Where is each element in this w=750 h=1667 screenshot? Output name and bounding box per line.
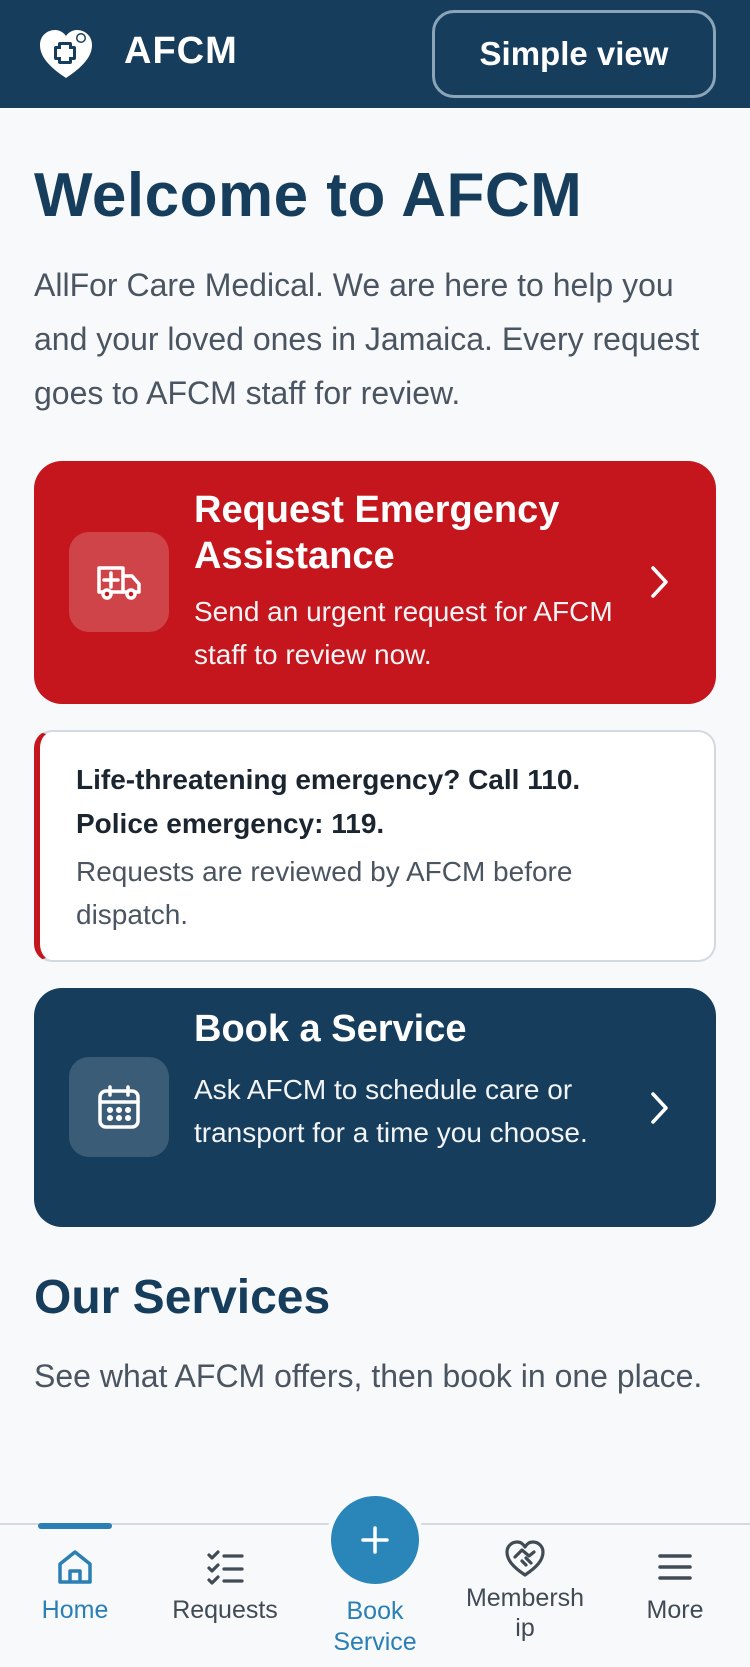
logo-heart-cross-icon — [40, 30, 92, 78]
ambulance-icon-box — [69, 532, 169, 632]
nav-requests-label: Requests — [172, 1596, 278, 1624]
book-card-title: Book a Service — [194, 1008, 467, 1050]
nav-book-service-label[interactable]: Book Service — [305, 1596, 445, 1658]
checklist-icon — [207, 1550, 244, 1585]
chevron-right-icon — [651, 1092, 668, 1124]
notice-emergency-numbers: Life-threatening emergency? Call 110. Po… — [76, 758, 686, 846]
simple-view-button[interactable]: Simple view — [432, 10, 716, 98]
nav-requests[interactable]: Requests — [150, 1525, 300, 1667]
heart-handshake-icon — [505, 1540, 545, 1577]
calendar-icon-box — [69, 1057, 169, 1157]
services-description: See what AFCM offers, then book in one p… — [34, 1358, 703, 1394]
notice-line-ambulance: Life-threatening emergency? Call 110. — [76, 764, 581, 795]
app-header: AFCM Simple view — [0, 0, 750, 108]
book-service-card[interactable]: Book a Service Ask AFCM to schedule care… — [34, 988, 716, 1227]
request-emergency-card[interactable]: Request Emergency Assistance Send an urg… — [34, 461, 716, 704]
nav-membership-label: Membersh ip — [465, 1584, 585, 1642]
notice-review-text: Requests are reviewed by AFCM before dis… — [76, 856, 573, 930]
intro-text: AllFor Care Medical. We are here to help… — [34, 267, 700, 411]
page-title: Welcome to AFCM — [34, 161, 583, 230]
nav-membership[interactable]: Membersh ip — [450, 1525, 600, 1667]
nav-active-indicator — [38, 1523, 112, 1529]
emergency-card-description: Send an urgent request for AFCM staff to… — [194, 596, 613, 670]
calendar-icon — [98, 1085, 140, 1129]
nav-home-label: Home — [41, 1596, 109, 1624]
book-service-fab[interactable] — [326, 1491, 424, 1589]
nav-home[interactable]: Home — [0, 1523, 150, 1667]
nav-more[interactable]: More — [600, 1525, 750, 1667]
notice-line-police: Police emergency: 119. — [76, 808, 385, 839]
chevron-right-icon — [651, 566, 668, 598]
plus-icon — [361, 1526, 389, 1554]
emergency-numbers-notice: Life-threatening emergency? Call 110. Po… — [34, 730, 716, 962]
home-icon — [58, 1550, 92, 1584]
ambulance-icon — [97, 566, 141, 600]
emergency-card-title: Request Emergency Assistance — [194, 489, 560, 577]
services-heading: Our Services — [34, 1271, 331, 1324]
brand-name: AFCM — [124, 30, 238, 72]
menu-icon — [658, 1554, 692, 1580]
book-card-description: Ask AFCM to schedule care or transport f… — [194, 1074, 588, 1148]
nav-more-label: More — [646, 1596, 704, 1624]
